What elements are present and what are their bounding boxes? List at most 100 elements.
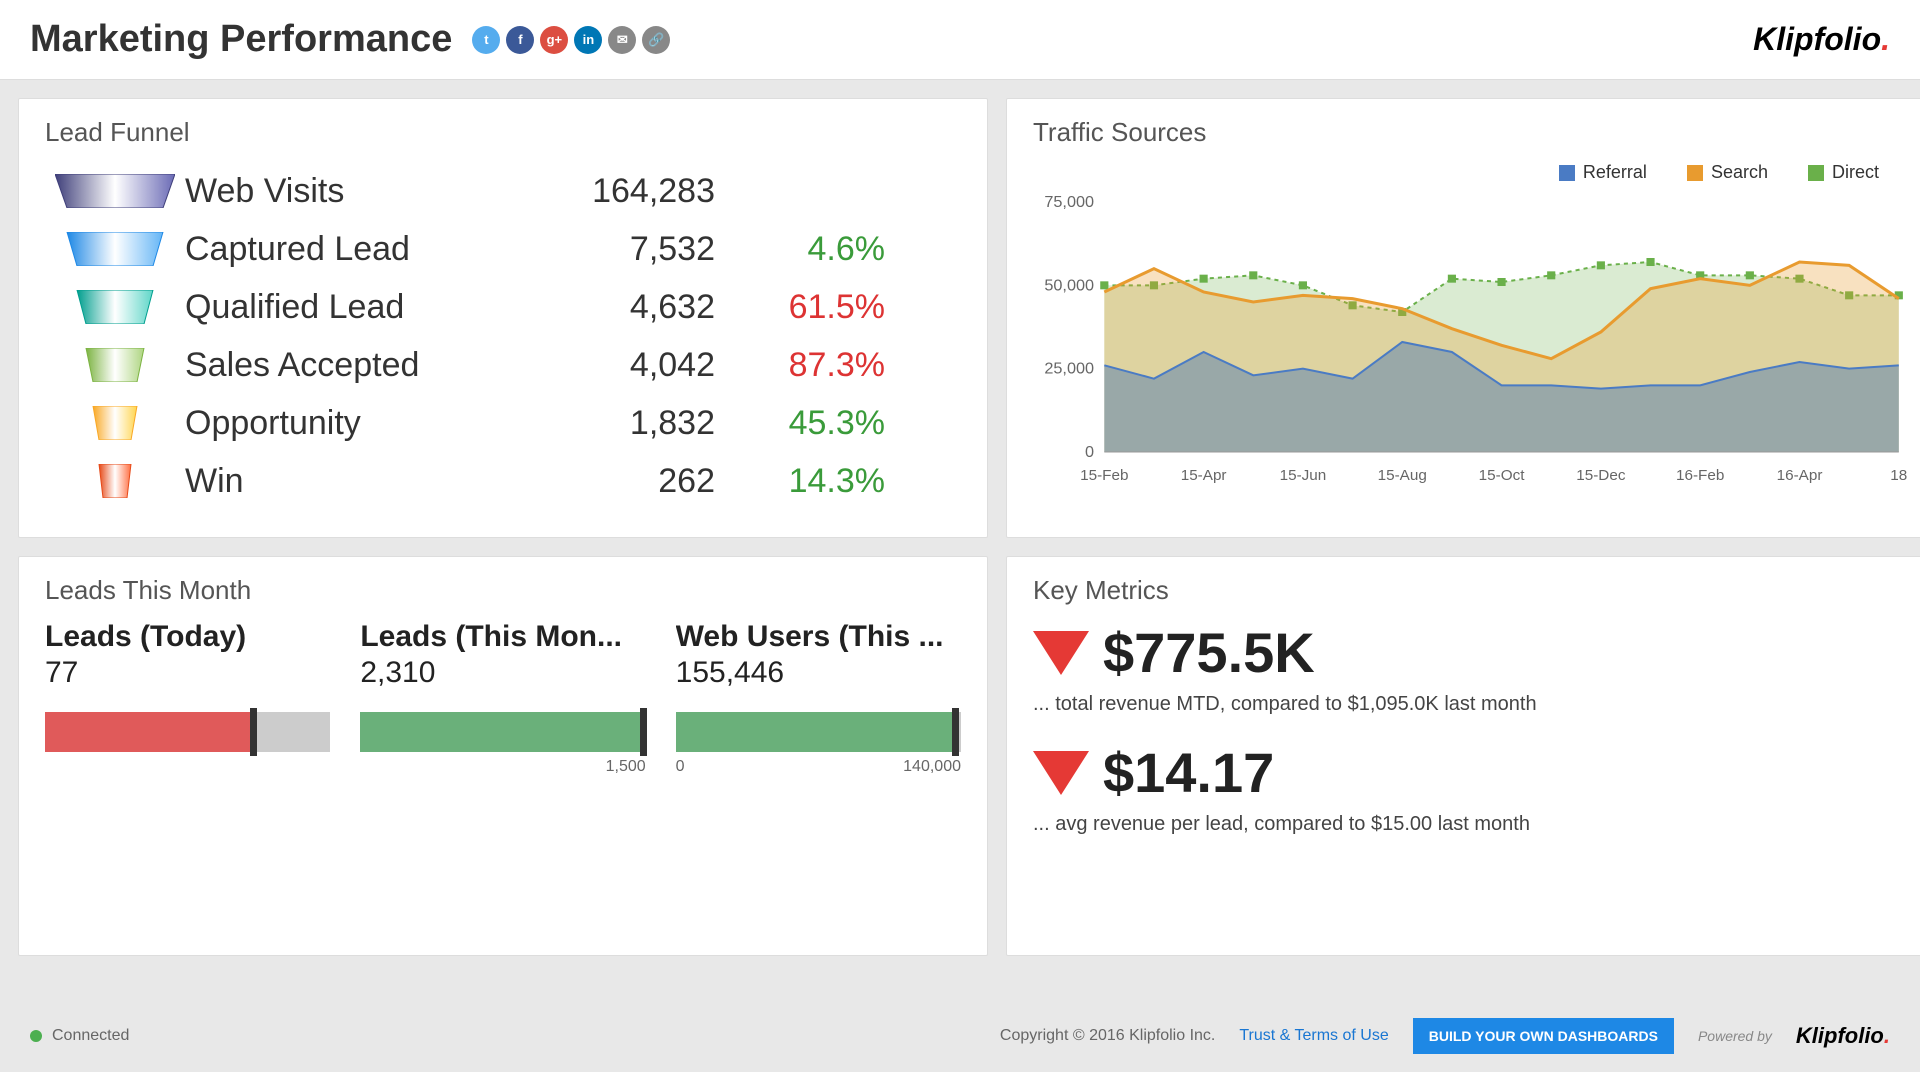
- svg-text:75,000: 75,000: [1044, 193, 1094, 211]
- funnel-row: Opportunity 1,832 45.3%: [45, 394, 961, 452]
- funnel-stage-icon: [45, 348, 185, 382]
- progress-marker-icon: [952, 708, 959, 756]
- lead-value: 155,446: [676, 656, 961, 690]
- chart-legend: Referral Search Direct: [1559, 162, 1879, 183]
- footer: Connected Copyright © 2016 Klipfolio Inc…: [0, 1000, 1920, 1072]
- link-icon[interactable]: 🔗: [642, 26, 670, 54]
- legend-swatch-icon: [1559, 165, 1575, 181]
- panel-title: Traffic Sources: [1033, 117, 1909, 148]
- brand-logo: Klipfolio.: [1753, 21, 1890, 58]
- funnel-percent: 87.3%: [715, 346, 885, 385]
- svg-text:15-Oct: 15-Oct: [1479, 467, 1526, 484]
- funnel-value: 4,042: [515, 346, 715, 385]
- metric-description: ... avg revenue per lead, compared to $1…: [1033, 813, 1909, 836]
- funnel-value: 7,532: [515, 230, 715, 269]
- lead-funnel-panel: Lead Funnel Web Visits 164,283 Captured …: [18, 98, 988, 538]
- lead-block: Leads (Today) 77: [45, 620, 330, 776]
- funnel-value: 1,832: [515, 404, 715, 443]
- lead-label: Leads (This Mon...: [360, 620, 645, 654]
- funnel-row: Captured Lead 7,532 4.6%: [45, 220, 961, 278]
- funnel-percent: 61.5%: [715, 288, 885, 327]
- metric-description: ... total revenue MTD, compared to $1,09…: [1033, 693, 1909, 716]
- lead-block: Web Users (This ... 155,446 0140,000: [676, 620, 961, 776]
- svg-text:15-Apr: 15-Apr: [1181, 467, 1227, 484]
- funnel-value: 262: [515, 462, 715, 501]
- brand-logo-small: Klipfolio.: [1796, 1023, 1890, 1049]
- legend-item: Referral: [1559, 162, 1647, 183]
- svg-text:15-Dec: 15-Dec: [1576, 467, 1626, 484]
- svg-text:50,000: 50,000: [1044, 276, 1094, 294]
- traffic-sources-panel: Traffic Sources Referral Search Direct 0 25…: [1006, 98, 1920, 538]
- panel-title: Leads This Month: [45, 575, 961, 606]
- legend-swatch-icon: [1687, 165, 1703, 181]
- status-text: Connected: [52, 1027, 129, 1045]
- funnel-percent: 45.3%: [715, 404, 885, 443]
- googleplus-icon[interactable]: g+: [540, 26, 568, 54]
- funnel-label: Qualified Lead: [185, 288, 515, 327]
- social-icons: t f g+ in ✉ 🔗: [472, 26, 670, 54]
- svg-text:25,000: 25,000: [1044, 360, 1094, 378]
- progress-marker-icon: [250, 708, 257, 756]
- progress-fill: [360, 712, 640, 752]
- metric-item: $775.5K ... total revenue MTD, compared …: [1033, 620, 1909, 716]
- status-dot-icon: [30, 1030, 42, 1042]
- terms-link[interactable]: Trust & Terms of Use: [1239, 1027, 1388, 1045]
- funnel-stage-icon: [45, 406, 185, 440]
- svg-text:15-Aug: 15-Aug: [1378, 467, 1427, 484]
- legend-swatch-icon: [1808, 165, 1824, 181]
- funnel-label: Sales Accepted: [185, 346, 515, 385]
- lead-label: Leads (Today): [45, 620, 330, 654]
- funnel-label: Web Visits: [185, 172, 515, 211]
- facebook-icon[interactable]: f: [506, 26, 534, 54]
- lead-value: 77: [45, 656, 330, 690]
- funnel-stage-icon: [45, 464, 185, 498]
- legend-item: Search: [1687, 162, 1768, 183]
- lead-label: Web Users (This ...: [676, 620, 961, 654]
- traffic-chart: 025,00050,00075,00015-Feb15-Apr15-Jun15-…: [1033, 192, 1909, 492]
- funnel-value: 4,632: [515, 288, 715, 327]
- progress-bar: [45, 712, 330, 752]
- linkedin-icon[interactable]: in: [574, 26, 602, 54]
- funnel-row: Web Visits 164,283: [45, 162, 961, 220]
- svg-text:0: 0: [1085, 443, 1094, 461]
- powered-by-text: Powered by: [1698, 1028, 1772, 1044]
- trend-down-icon: [1033, 631, 1089, 675]
- panel-title: Lead Funnel: [45, 117, 961, 148]
- funnel-row: Qualified Lead 4,632 61.5%: [45, 278, 961, 336]
- svg-text:16-Apr: 16-Apr: [1777, 467, 1823, 484]
- progress-axis: 0140,000: [676, 758, 961, 776]
- progress-bar: [360, 712, 645, 752]
- lead-value: 2,310: [360, 656, 645, 690]
- funnel-value: 164,283: [515, 172, 715, 211]
- svg-text:16-Feb: 16-Feb: [1676, 467, 1724, 484]
- funnel-label: Opportunity: [185, 404, 515, 443]
- metric-item: $14.17 ... avg revenue per lead, compare…: [1033, 740, 1909, 836]
- legend-label: Search: [1711, 162, 1768, 183]
- progress-bar: [676, 712, 961, 752]
- panel-title: Key Metrics: [1033, 575, 1909, 606]
- legend-item: Direct: [1808, 162, 1879, 183]
- funnel-row: Sales Accepted 4,042 87.3%: [45, 336, 961, 394]
- funnel-stage-icon: [45, 290, 185, 324]
- funnel-label: Win: [185, 462, 515, 501]
- progress-fill: [676, 712, 953, 752]
- page-title: Marketing Performance: [30, 18, 452, 61]
- legend-label: Direct: [1832, 162, 1879, 183]
- svg-text:18: 18: [1890, 467, 1907, 484]
- build-dashboards-button[interactable]: BUILD YOUR OWN DASHBOARDS: [1413, 1018, 1674, 1054]
- lead-block: Leads (This Mon... 2,310 1,500: [360, 620, 645, 776]
- twitter-icon[interactable]: t: [472, 26, 500, 54]
- copyright-text: Copyright © 2016 Klipfolio Inc.: [1000, 1027, 1215, 1045]
- svg-text:15-Jun: 15-Jun: [1280, 467, 1327, 484]
- funnel-stage-icon: [45, 174, 185, 208]
- metric-value: $775.5K: [1103, 620, 1315, 685]
- progress-fill: [45, 712, 250, 752]
- funnel-label: Captured Lead: [185, 230, 515, 269]
- funnel-percent: 14.3%: [715, 462, 885, 501]
- funnel-stage-icon: [45, 232, 185, 266]
- key-metrics-panel: Key Metrics $775.5K ... total revenue MT…: [1006, 556, 1920, 956]
- email-icon[interactable]: ✉: [608, 26, 636, 54]
- progress-axis: 1,500: [360, 758, 645, 776]
- funnel-percent: 4.6%: [715, 230, 885, 269]
- funnel-row: Win 262 14.3%: [45, 452, 961, 510]
